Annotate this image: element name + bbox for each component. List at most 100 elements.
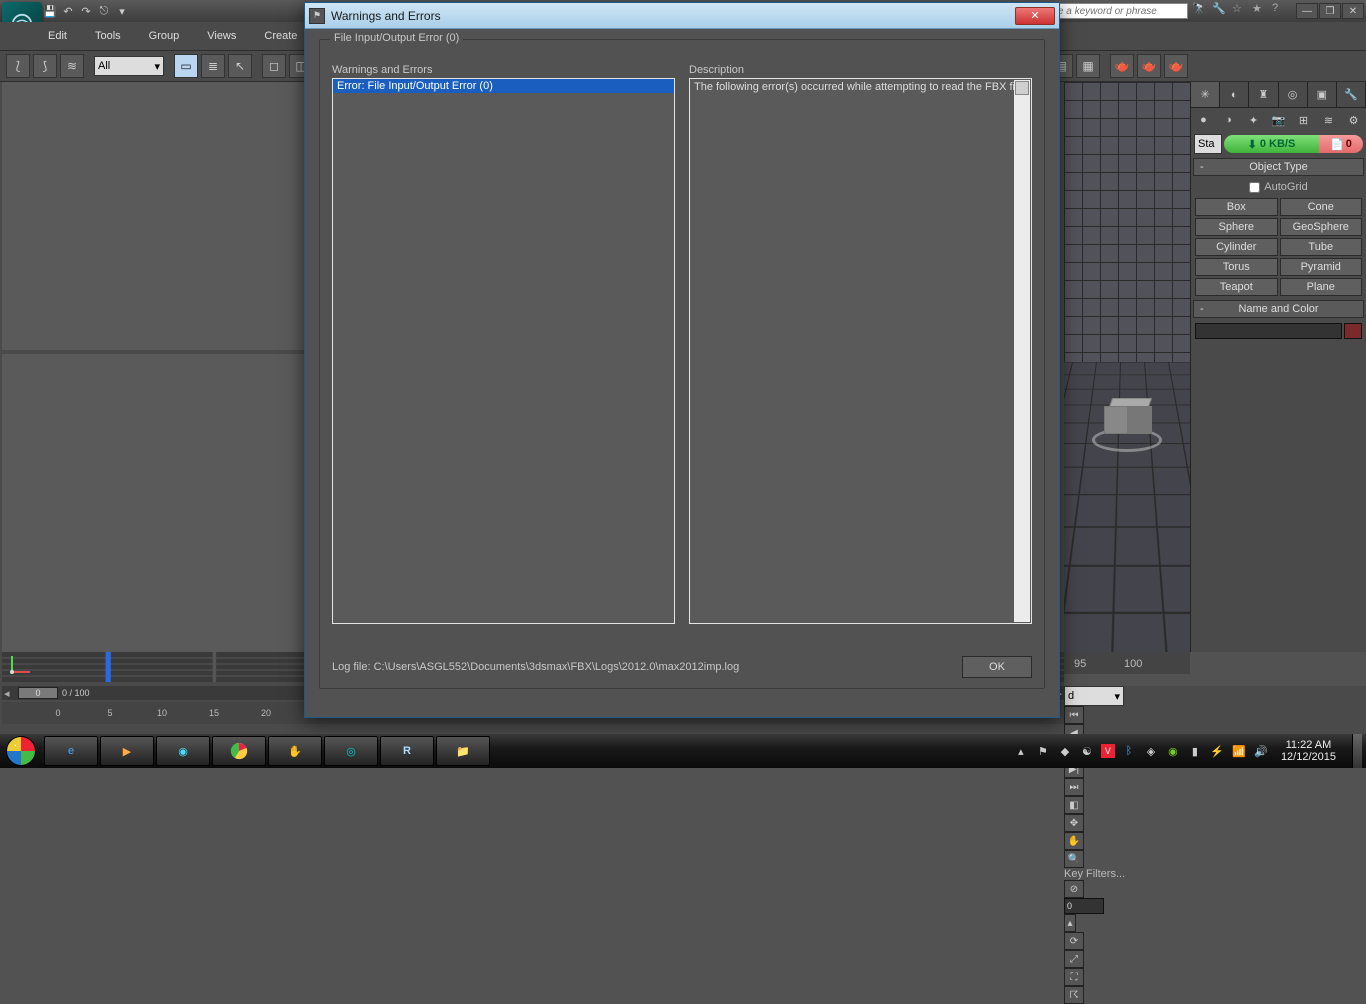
tray-app2-icon[interactable]: ☯ [1079,743,1095,759]
sub-helpers-icon[interactable]: ⊞ [1291,108,1316,132]
obj-cone[interactable]: Cone [1280,198,1363,216]
unlink-tool-icon[interactable]: ⟆ [33,54,57,78]
link-icon[interactable]: ⎋ [96,3,112,19]
isolate-icon[interactable]: ◧ [1064,796,1084,814]
tray-network-icon[interactable]: 📶 [1231,743,1247,759]
star-icon[interactable]: ☆ [1232,2,1250,20]
viewport-perspective[interactable] [1064,82,1190,652]
autogrid-checkbox[interactable] [1249,182,1260,193]
minimize-button[interactable]: — [1296,3,1318,19]
tray-shield-icon[interactable]: ◈ [1143,743,1159,759]
selection-filter-combo[interactable]: All▾ [94,56,164,76]
select-arrow-icon[interactable]: ↖ [228,54,252,78]
menu-tools[interactable]: Tools [95,30,121,42]
bind-space-warp-icon[interactable]: ≋ [60,54,84,78]
obj-teapot[interactable]: Teapot [1195,278,1278,296]
tray-up-icon[interactable]: ▴ [1013,743,1029,759]
wrench-icon[interactable]: 🔧 [1212,2,1230,20]
viewport-bottom-left[interactable] [2,354,304,654]
start-button[interactable] [0,734,42,768]
help-icon[interactable]: ? [1272,2,1290,20]
menu-edit[interactable]: Edit [48,30,67,42]
sub-shapes-icon[interactable]: ◑ [1216,108,1241,132]
tray-volume-icon[interactable]: 🔊 [1253,743,1269,759]
tab-display-icon[interactable]: ▣ [1308,82,1337,107]
tab-motion-icon[interactable]: ◎ [1279,82,1308,107]
menu-create[interactable]: Create [264,30,297,42]
sub-systems-icon[interactable]: ⚙ [1341,108,1366,132]
sub-spacewarps-icon[interactable]: ≋ [1316,108,1341,132]
sub-lights-icon[interactable]: ✦ [1241,108,1266,132]
sub-geometry-icon[interactable]: ● [1191,108,1216,132]
tray-nvidia-icon[interactable]: ◉ [1165,743,1181,759]
nav-zoom-icon[interactable]: 🔍 [1064,850,1084,868]
tab-hierarchy-icon[interactable]: ♜ [1249,82,1278,107]
obj-sphere[interactable]: Sphere [1195,218,1278,236]
tray-battery-icon[interactable]: ▮ [1187,743,1203,759]
tab-create-icon[interactable]: ✳ [1191,82,1220,107]
goto-end-icon[interactable]: ⏭ [1064,778,1084,796]
obj-tube[interactable]: Tube [1280,238,1363,256]
category-combo[interactable]: Sta [1194,134,1222,154]
taskbar-ie-icon[interactable]: e [44,736,98,766]
errors-listbox[interactable]: Error: File Input/Output Error (0) [332,78,675,624]
taskbar-hand-icon[interactable]: ✋ [268,736,322,766]
error-item[interactable]: Error: File Input/Output Error (0) [333,79,674,93]
nav-fov-icon[interactable]: ⤢ [1064,950,1084,968]
sub-cameras-icon[interactable]: 📷 [1266,108,1291,132]
dialog-titlebar[interactable]: ⚑ Warnings and Errors ✕ [305,3,1059,29]
taskbar-bittorrent-icon[interactable]: ◉ [156,736,210,766]
restore-button[interactable]: ❐ [1319,3,1341,19]
rollout-name-color[interactable]: -Name and Color [1193,300,1364,318]
key-mode-icon[interactable]: ⊘ [1064,880,1084,898]
teapot-render1-icon[interactable]: 🫖 [1110,54,1134,78]
current-frame-spinner[interactable]: 0 [1064,898,1104,914]
binoculars-icon[interactable]: 🔭 [1192,2,1210,20]
select-by-name-icon[interactable]: ≣ [201,54,225,78]
viewport-top-left[interactable] [2,82,304,350]
dialog-close-button[interactable]: ✕ [1015,7,1055,25]
teapot-render3-icon[interactable]: 🫖 [1164,54,1188,78]
taskbar-explorer-icon[interactable]: 📁 [436,736,490,766]
spinner-up-icon[interactable]: ▴ [1064,914,1076,932]
taskbar-chrome-icon[interactable] [212,736,266,766]
tray-bluetooth-icon[interactable]: ᛒ [1121,743,1137,759]
favorite-icon[interactable]: ★ [1252,2,1270,20]
nav-orbit-icon[interactable]: ⟳ [1064,932,1084,950]
help-search-input[interactable] [1038,3,1188,19]
obj-pyramid[interactable]: Pyramid [1280,258,1363,276]
key-filters-button[interactable]: Key Filters... [1064,868,1125,880]
taskbar-revit-icon[interactable]: R [380,736,434,766]
ok-button[interactable]: OK [962,656,1032,678]
nav-walk-icon[interactable]: ☈ [1064,986,1084,1004]
object-color-swatch[interactable] [1344,323,1362,339]
render-frame-icon[interactable]: ▦ [1076,54,1100,78]
tray-clock[interactable]: 11:22 AM 12/12/2015 [1275,739,1342,763]
nav-pan-icon[interactable]: ✋ [1064,832,1084,850]
save-icon[interactable]: 💾 [42,3,58,19]
tab-utilities-icon[interactable]: 🔧 [1337,82,1366,107]
object-name-input[interactable] [1195,323,1342,339]
tray-vivaldi-icon[interactable]: V [1101,744,1115,758]
teapot-render2-icon[interactable]: 🫖 [1137,54,1161,78]
obj-cylinder[interactable]: Cylinder [1195,238,1278,256]
link-tool-icon[interactable]: ⟅ [6,54,30,78]
description-scrollbar[interactable] [1014,80,1030,622]
rect-select-icon[interactable]: ◻ [262,54,286,78]
xform-gizmo-icon[interactable]: ✥ [1064,814,1084,832]
scrollbar-thumb[interactable] [1015,81,1029,95]
undo-icon[interactable]: ↶ [60,3,76,19]
redo-icon[interactable]: ↷ [78,3,94,19]
taskbar-media-icon[interactable]: ▶ [100,736,154,766]
nav-maximize-icon[interactable]: ⛶ [1064,968,1084,986]
qat-dropdown-icon[interactable]: ▾ [114,3,130,19]
obj-plane[interactable]: Plane [1280,278,1363,296]
select-object-icon[interactable]: ▭ [174,54,198,78]
tray-flag-icon[interactable]: ⚑ [1035,743,1051,759]
tray-power-icon[interactable]: ⚡ [1209,743,1225,759]
goto-start-icon[interactable]: ⏮ [1064,706,1084,724]
taskbar-3dsmax-icon[interactable]: ◎ [324,736,378,766]
tab-modify-icon[interactable]: ◐ [1220,82,1249,107]
menu-group[interactable]: Group [149,30,180,42]
obj-geosphere[interactable]: GeoSphere [1280,218,1363,236]
